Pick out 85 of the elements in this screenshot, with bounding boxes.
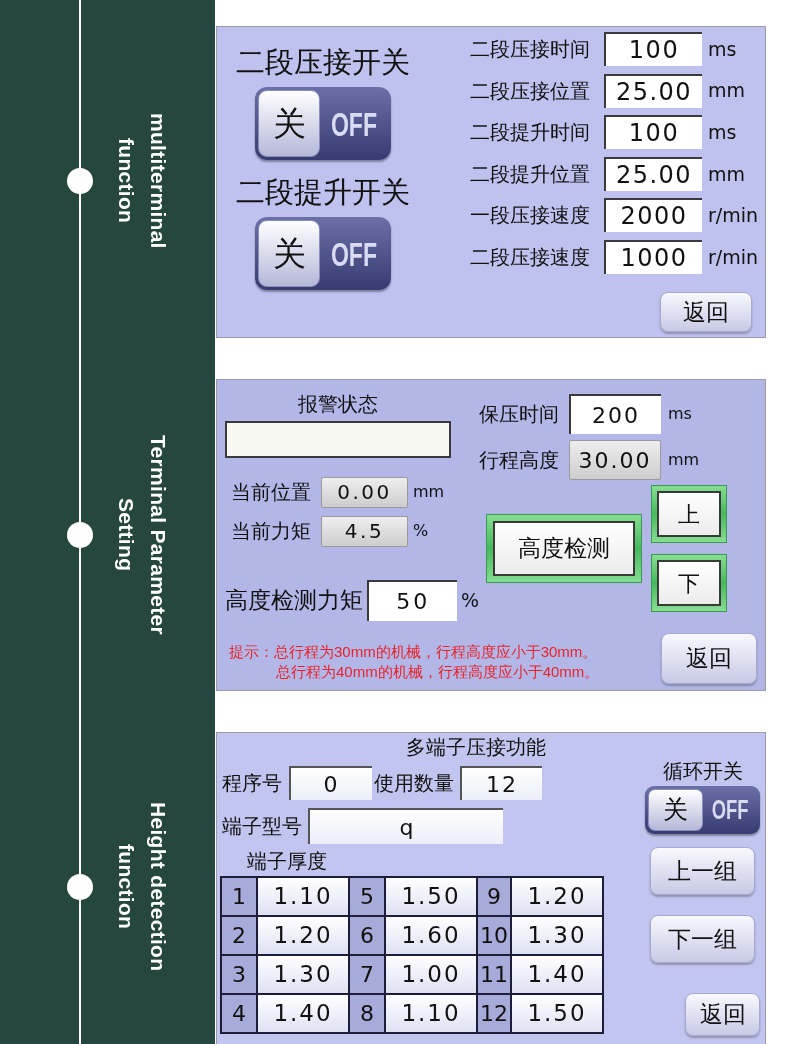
setting-label: 二段压接速度 [470,244,591,270]
section-label: 端子厚度 [247,850,328,872]
index-cell: 6 [350,917,384,954]
value-field[interactable]: 2000 [604,198,702,233]
return-button[interactable]: 返回 [660,292,752,332]
value-field[interactable]: 100 [604,115,702,150]
return-button[interactable]: 返回 [661,633,757,684]
thickness-field[interactable]: 1.40 [512,956,602,993]
return-button[interactable]: 返回 [685,993,760,1036]
up-button[interactable]: 上 [651,485,727,543]
readout-label: 当前力矩 [231,519,312,544]
thickness-field[interactable]: 1.20 [258,917,348,954]
unit-label: mm [413,481,445,503]
unit-label: r/min [708,203,759,229]
index-cell: 1 [222,878,256,915]
unit-label: ms [708,119,737,145]
unit-label: mm [708,78,746,104]
toggle-switch[interactable]: 关 OFF [645,786,760,834]
unit-label: ms [668,403,692,425]
toggle-switch[interactable]: 关 OFF [255,217,391,290]
unit-label: mm [668,449,700,471]
unit-label: mm [708,161,746,187]
switch-label: 二段提升开关 [236,175,410,209]
field-label: 程序号 [222,771,283,796]
value-field[interactable]: 25.00 [604,156,702,191]
thickness-field[interactable]: 1.10 [386,995,476,1032]
unit-label: % [460,588,479,614]
index-cell: 2 [222,917,256,954]
setting-label: 二段提升位置 [470,161,591,187]
thickness-field[interactable]: 1.20 [512,878,602,915]
value-field[interactable]: 0 [289,766,372,800]
unit-label: ms [708,36,737,62]
timeline-label: Terminal Parameter Setting [114,435,171,635]
index-cell: 11 [478,956,510,993]
setting-label: 一段压接速度 [470,203,591,229]
value-field[interactable]: 200 [569,394,661,434]
setting-label: 二段压接时间 [470,37,591,62]
value-field[interactable]: 100 [604,32,702,66]
previous-group-button[interactable]: 上一组 [650,847,755,895]
next-group-button[interactable]: 下一组 [650,915,755,963]
value-field[interactable]: 12 [460,766,542,800]
thickness-field[interactable]: 1.00 [386,956,476,993]
value-field[interactable]: q [308,808,503,844]
readout-display: 30.00 [569,440,661,480]
unit-label: r/min [708,244,759,270]
height-detect-button[interactable]: 高度检测 [486,514,642,583]
thickness-field[interactable]: 1.50 [386,878,476,915]
unit-label: % [413,520,429,542]
index-cell: 9 [478,878,510,915]
hint-text: 提示：总行程为30mm的机械，行程高度应小于30mm。 [229,642,599,662]
readout-display: 0.00 [321,476,408,508]
thickness-field[interactable]: 1.40 [258,995,348,1032]
thickness-field[interactable]: 1.50 [512,995,602,1032]
readout-label: 当前位置 [231,480,312,505]
toggle-switch[interactable]: 关 OFF [255,87,391,160]
panel-title: 多端子压接功能 [406,736,547,758]
parameter-label: 保压时间 [479,402,560,427]
thickness-field[interactable]: 1.60 [386,917,476,954]
thickness-field[interactable]: 1.10 [258,878,348,915]
index-cell: 8 [350,995,384,1032]
setting-label: 二段压接位置 [470,78,591,104]
index-cell: 5 [350,878,384,915]
timeline-label: Height detection function [114,802,171,972]
thickness-field[interactable]: 1.30 [258,956,348,993]
torque-label: 高度检测力矩 [225,586,364,616]
index-cell: 12 [478,995,510,1032]
index-cell: 7 [350,956,384,993]
field-label: 端子型号 [222,814,303,839]
alarm-status-label: 报警状态 [297,393,379,415]
index-cell: 4 [222,995,256,1032]
switch-label: 循环开关 [662,761,743,781]
index-cell: 3 [222,956,256,993]
value-field[interactable]: 1000 [604,239,702,274]
value-field[interactable]: 25.00 [604,73,702,108]
thickness-field[interactable]: 1.30 [512,917,602,954]
down-button[interactable]: 下 [651,554,727,612]
index-cell: 10 [478,917,510,954]
timeline-label: multiterminal function [114,113,171,249]
value-field[interactable]: 50 [367,580,457,621]
setting-label: 二段提升时间 [470,120,591,146]
switch-label: 二段压接开关 [236,45,410,79]
field-label: 使用数量 [374,771,455,796]
parameter-label: 行程高度 [479,448,560,473]
hint-text: 总行程为40mm的机械，行程高度应小于40mm。 [276,662,600,682]
readout-display: 4.5 [321,515,408,547]
